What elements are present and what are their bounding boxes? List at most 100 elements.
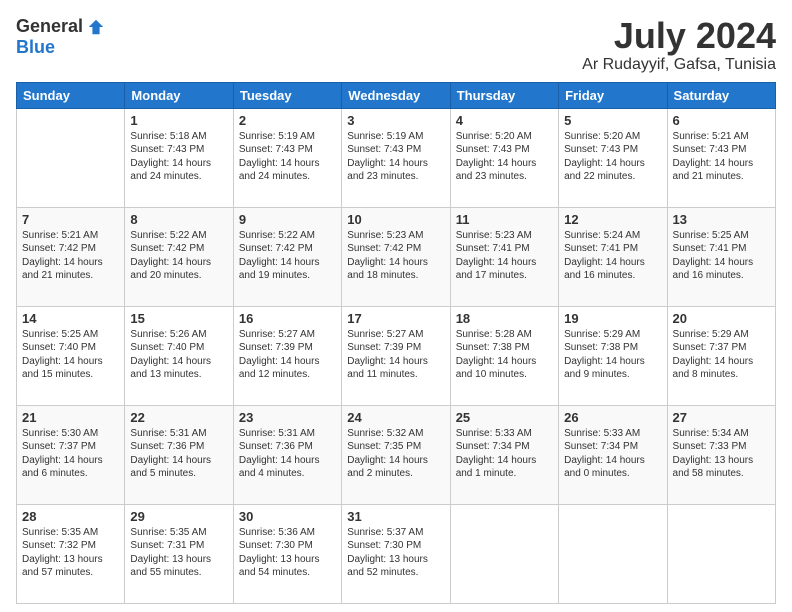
calendar-cell: 1Sunrise: 5:18 AM Sunset: 7:43 PM Daylig… <box>125 108 233 207</box>
day-info: Sunrise: 5:27 AM Sunset: 7:39 PM Dayligh… <box>239 328 336 382</box>
calendar-header-saturday: Saturday <box>667 82 775 108</box>
calendar-cell: 13Sunrise: 5:25 AM Sunset: 7:41 PM Dayli… <box>667 207 775 306</box>
calendar-cell: 28Sunrise: 5:35 AM Sunset: 7:32 PM Dayli… <box>17 504 125 603</box>
calendar-cell <box>667 504 775 603</box>
day-number: 10 <box>347 212 444 227</box>
calendar-header-friday: Friday <box>559 82 667 108</box>
day-number: 22 <box>130 410 227 425</box>
day-info: Sunrise: 5:31 AM Sunset: 7:36 PM Dayligh… <box>130 427 227 481</box>
day-info: Sunrise: 5:19 AM Sunset: 7:43 PM Dayligh… <box>347 130 444 184</box>
calendar-header-row: SundayMondayTuesdayWednesdayThursdayFrid… <box>17 82 776 108</box>
day-number: 24 <box>347 410 444 425</box>
day-number: 8 <box>130 212 227 227</box>
calendar-cell: 2Sunrise: 5:19 AM Sunset: 7:43 PM Daylig… <box>233 108 341 207</box>
calendar-cell <box>17 108 125 207</box>
calendar-table: SundayMondayTuesdayWednesdayThursdayFrid… <box>16 82 776 604</box>
calendar-cell: 21 Sunrise: 5:30 AM Sunset: 7:37 PM Dayli… <box>17 405 125 504</box>
day-info: Sunrise: 5:32 AM Sunset: 7:35 PM Dayligh… <box>347 427 444 481</box>
day-info: Sunrise: 5:34 AM Sunset: 7:33 PM Dayligh… <box>673 427 770 481</box>
calendar-cell <box>450 504 558 603</box>
calendar-cell: 11 Sunrise: 5:23 AM Sunset: 7:41 PM Dayli… <box>450 207 558 306</box>
calendar-header-monday: Monday <box>125 82 233 108</box>
calendar-cell: 6 Sunrise: 5:21 AM Sunset: 7:43 PM Daylig… <box>667 108 775 207</box>
calendar-cell: 26Sunrise: 5:33 AM Sunset: 7:34 PM Dayli… <box>559 405 667 504</box>
day-number: 17 <box>347 311 444 326</box>
day-number: 27 <box>673 410 770 425</box>
calendar-cell: 15Sunrise: 5:26 AM Sunset: 7:40 PM Dayli… <box>125 306 233 405</box>
day-info: Sunrise: 5:36 AM Sunset: 7:30 PM Dayligh… <box>239 526 336 580</box>
day-info: Sunrise: 5:25 AM Sunset: 7:41 PM Dayligh… <box>673 229 770 283</box>
calendar-cell: 5 Sunrise: 5:20 AM Sunset: 7:43 PM Daylig… <box>559 108 667 207</box>
calendar-cell: 25Sunrise: 5:33 AM Sunset: 7:34 PM Dayli… <box>450 405 558 504</box>
day-info: Sunrise: 5:24 AM Sunset: 7:41 PM Dayligh… <box>564 229 661 283</box>
day-number: 23 <box>239 410 336 425</box>
day-info: Sunrise: 5:23 AM Sunset: 7:42 PM Dayligh… <box>347 229 444 283</box>
day-info: Sunrise: 5:23 AM Sunset: 7:41 PM Dayligh… <box>456 229 553 283</box>
calendar-week-row: 1Sunrise: 5:18 AM Sunset: 7:43 PM Daylig… <box>17 108 776 207</box>
calendar-cell: 19 Sunrise: 5:29 AM Sunset: 7:38 PM Dayli… <box>559 306 667 405</box>
page: General Blue July 2024 Ar Rudayyif, Gafs… <box>0 0 792 612</box>
calendar-header-thursday: Thursday <box>450 82 558 108</box>
calendar-cell: 18Sunrise: 5:28 AM Sunset: 7:38 PM Dayli… <box>450 306 558 405</box>
calendar-cell: 7 Sunrise: 5:21 AM Sunset: 7:42 PM Daylig… <box>17 207 125 306</box>
day-info: Sunrise: 5:31 AM Sunset: 7:36 PM Dayligh… <box>239 427 336 481</box>
location: Ar Rudayyif, Gafsa, Tunisia <box>582 56 776 74</box>
day-number: 6 <box>673 113 770 128</box>
calendar-cell: 17 Sunrise: 5:27 AM Sunset: 7:39 PM Dayli… <box>342 306 450 405</box>
calendar-cell: 27 Sunrise: 5:34 AM Sunset: 7:33 PM Dayli… <box>667 405 775 504</box>
day-number: 16 <box>239 311 336 326</box>
logo-icon <box>87 18 105 36</box>
day-info: Sunrise: 5:26 AM Sunset: 7:40 PM Dayligh… <box>130 328 227 382</box>
calendar-cell: 16 Sunrise: 5:27 AM Sunset: 7:39 PM Dayli… <box>233 306 341 405</box>
day-number: 4 <box>456 113 553 128</box>
day-info: Sunrise: 5:20 AM Sunset: 7:43 PM Dayligh… <box>564 130 661 184</box>
day-info: Sunrise: 5:21 AM Sunset: 7:43 PM Dayligh… <box>673 130 770 184</box>
calendar-week-row: 7 Sunrise: 5:21 AM Sunset: 7:42 PM Daylig… <box>17 207 776 306</box>
day-number: 30 <box>239 509 336 524</box>
day-number: 20 <box>673 311 770 326</box>
calendar-cell: 4 Sunrise: 5:20 AM Sunset: 7:43 PM Daylig… <box>450 108 558 207</box>
calendar-cell: 20 Sunrise: 5:29 AM Sunset: 7:37 PM Dayli… <box>667 306 775 405</box>
calendar-cell <box>559 504 667 603</box>
calendar-week-row: 14 Sunrise: 5:25 AM Sunset: 7:40 PM Dayli… <box>17 306 776 405</box>
day-number: 1 <box>130 113 227 128</box>
day-info: Sunrise: 5:22 AM Sunset: 7:42 PM Dayligh… <box>239 229 336 283</box>
day-info: Sunrise: 5:19 AM Sunset: 7:43 PM Dayligh… <box>239 130 336 184</box>
logo: General Blue <box>16 16 105 58</box>
day-info: Sunrise: 5:30 AM Sunset: 7:37 PM Dayligh… <box>22 427 119 481</box>
day-info: Sunrise: 5:21 AM Sunset: 7:42 PM Dayligh… <box>22 229 119 283</box>
day-number: 26 <box>564 410 661 425</box>
day-number: 12 <box>564 212 661 227</box>
day-number: 29 <box>130 509 227 524</box>
day-number: 18 <box>456 311 553 326</box>
day-info: Sunrise: 5:27 AM Sunset: 7:39 PM Dayligh… <box>347 328 444 382</box>
day-number: 14 <box>22 311 119 326</box>
logo-blue: Blue <box>16 37 55 58</box>
day-number: 31 <box>347 509 444 524</box>
day-number: 11 <box>456 212 553 227</box>
day-number: 7 <box>22 212 119 227</box>
day-number: 9 <box>239 212 336 227</box>
calendar-cell: 29Sunrise: 5:35 AM Sunset: 7:31 PM Dayli… <box>125 504 233 603</box>
day-info: Sunrise: 5:20 AM Sunset: 7:43 PM Dayligh… <box>456 130 553 184</box>
day-info: Sunrise: 5:29 AM Sunset: 7:38 PM Dayligh… <box>564 328 661 382</box>
calendar-cell: 12 Sunrise: 5:24 AM Sunset: 7:41 PM Dayli… <box>559 207 667 306</box>
day-number: 5 <box>564 113 661 128</box>
day-info: Sunrise: 5:33 AM Sunset: 7:34 PM Dayligh… <box>456 427 553 481</box>
calendar-cell: 22 Sunrise: 5:31 AM Sunset: 7:36 PM Dayli… <box>125 405 233 504</box>
day-number: 21 <box>22 410 119 425</box>
title-area: July 2024 Ar Rudayyif, Gafsa, Tunisia <box>582 16 776 74</box>
month-title: July 2024 <box>582 16 776 56</box>
calendar-header-wednesday: Wednesday <box>342 82 450 108</box>
calendar-week-row: 28Sunrise: 5:35 AM Sunset: 7:32 PM Dayli… <box>17 504 776 603</box>
calendar-cell: 3 Sunrise: 5:19 AM Sunset: 7:43 PM Daylig… <box>342 108 450 207</box>
header: General Blue July 2024 Ar Rudayyif, Gafs… <box>16 16 776 74</box>
day-info: Sunrise: 5:35 AM Sunset: 7:32 PM Dayligh… <box>22 526 119 580</box>
calendar-cell: 8Sunrise: 5:22 AM Sunset: 7:42 PM Daylig… <box>125 207 233 306</box>
day-info: Sunrise: 5:29 AM Sunset: 7:37 PM Dayligh… <box>673 328 770 382</box>
calendar-cell: 31Sunrise: 5:37 AM Sunset: 7:30 PM Dayli… <box>342 504 450 603</box>
calendar-header-sunday: Sunday <box>17 82 125 108</box>
day-number: 19 <box>564 311 661 326</box>
day-number: 3 <box>347 113 444 128</box>
day-info: Sunrise: 5:25 AM Sunset: 7:40 PM Dayligh… <box>22 328 119 382</box>
